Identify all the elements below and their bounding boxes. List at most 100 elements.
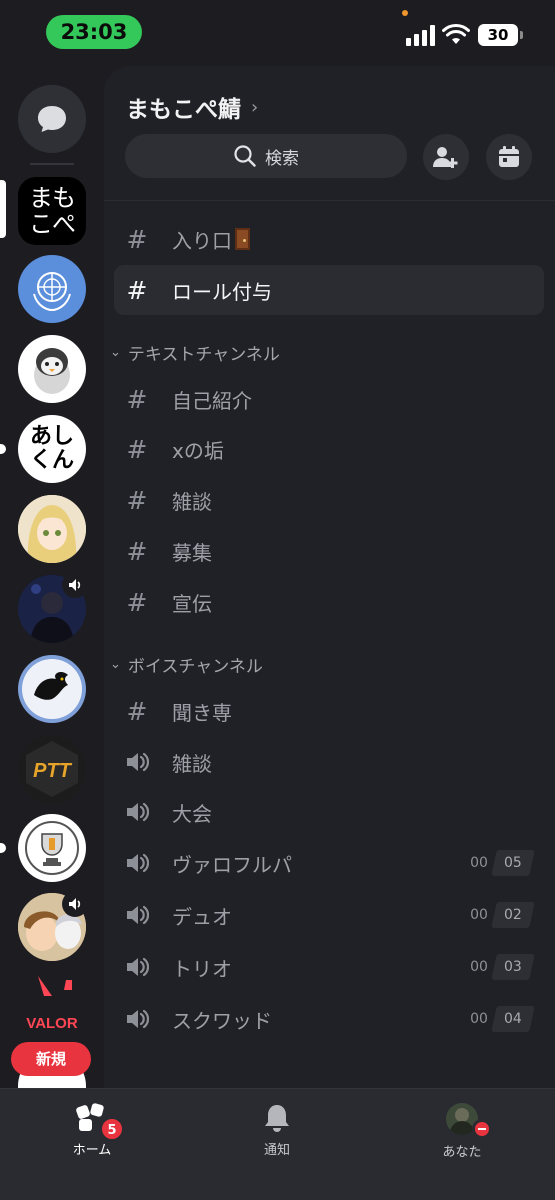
chevron-down-icon: ⌄ — [110, 657, 121, 672]
user-limit-value: 03 — [504, 959, 522, 975]
tab-notifications[interactable]: 通知 — [217, 1103, 337, 1163]
bell-icon — [265, 1105, 289, 1132]
channel-name: デュオ — [172, 904, 232, 929]
status-time: 23:03 — [46, 15, 142, 49]
ptt-text: PTT — [33, 760, 73, 782]
category-voice-channels[interactable]: ⌄ ボイスチャンネル — [110, 652, 263, 677]
voice-active-badge — [62, 572, 88, 598]
text-channel-icon: # — [126, 696, 148, 726]
channel-name: 聞き専 — [172, 700, 232, 725]
voice-channel-duo[interactable]: デュオ 00 02 — [114, 890, 544, 940]
channel-self-intro[interactable]: # 自己紹介 — [114, 374, 544, 424]
dragon-icon — [22, 659, 82, 719]
speaker-icon — [124, 1008, 150, 1030]
tab-label: 通知 — [263, 1143, 290, 1158]
user-limit-box: 03 — [491, 954, 535, 980]
direct-messages-button[interactable] — [18, 85, 86, 153]
channel-name: ヴァロフルパ — [172, 852, 292, 877]
user-count: 00 — [470, 855, 488, 871]
rail-divider — [30, 163, 74, 165]
avatar-blonde-girl-icon — [18, 495, 86, 563]
user-limit: 00 04 — [464, 1006, 535, 1032]
category-name: テキストチャンネル — [127, 345, 280, 365]
server-icon-blonde-girl[interactable] — [18, 495, 86, 563]
voice-channel-valo-fullparty[interactable]: ヴァロフルパ 00 05 — [114, 838, 544, 888]
unread-indicator — [0, 444, 6, 454]
server-name: まもこぺ鯖 — [126, 97, 241, 123]
ptt-logo: PTT — [18, 735, 86, 803]
chevron-right-icon: › — [251, 96, 259, 118]
speaker-icon — [124, 956, 150, 978]
add-user-icon — [433, 147, 458, 168]
channel-name: 雑談 — [172, 489, 212, 514]
chevron-down-icon: ⌄ — [110, 345, 121, 360]
status-bar: 23:03 30 — [0, 0, 555, 66]
server-icon-text: あしくん — [29, 424, 74, 473]
text-channel-icon: # — [126, 224, 148, 254]
user-count: 00 — [470, 907, 488, 923]
calendar-icon — [499, 146, 519, 167]
server-icon-text: まもこぺ — [29, 184, 76, 238]
battery-indicator: 30 — [478, 24, 523, 46]
server-icon-mamokope[interactable]: まもこぺ — [18, 177, 86, 245]
bottom-tab-bar: ホーム 5 通知 あなた — [0, 1088, 555, 1200]
unread-indicator — [0, 843, 6, 853]
voice-channel-squad[interactable]: スクワッド 00 04 — [114, 994, 544, 1044]
category-text-channels[interactable]: ⌄ テキストチャンネル — [110, 340, 280, 365]
server-rail: まもこぺ あしくん PTT VALOR — [0, 66, 104, 1088]
search-button[interactable]: 検索 — [125, 134, 407, 178]
new-servers-pill[interactable]: 新規 — [11, 1042, 91, 1076]
search-label: 検索 — [265, 148, 299, 169]
user-limit: 00 03 — [464, 954, 535, 980]
user-limit-value: 04 — [504, 1011, 522, 1027]
text-channel-icon: # — [126, 536, 148, 566]
tab-you[interactable]: あなた — [402, 1103, 522, 1163]
speaker-icon — [124, 801, 150, 823]
voice-channel-trio[interactable]: トリオ 00 03 — [114, 942, 544, 992]
tab-label: あなた — [442, 1145, 482, 1160]
tab-home[interactable]: ホーム — [32, 1103, 152, 1163]
door-emoji-icon — [235, 228, 250, 250]
server-icon-un-emblem[interactable] — [18, 255, 86, 323]
un-emblem-icon — [33, 272, 71, 312]
server-icon-penguin[interactable] — [18, 335, 86, 403]
channel-name: ロール付与 — [172, 279, 272, 304]
channel-name: 宣伝 — [172, 591, 212, 616]
channel-listen-only[interactable]: # 聞き専 — [114, 686, 544, 736]
channel-promo[interactable]: # 宣伝 — [114, 577, 544, 627]
header-divider — [104, 200, 555, 201]
speaker-icon — [69, 898, 81, 910]
channel-name: 入り口 — [172, 228, 232, 253]
channel-name: 雑談 — [172, 751, 212, 776]
channel-chat[interactable]: # 雑談 — [114, 475, 544, 525]
channel-role-assign[interactable]: # ロール付与 — [114, 265, 544, 315]
invite-members-button[interactable] — [423, 134, 469, 180]
speaker-icon — [124, 904, 150, 926]
channel-name: 自己紹介 — [172, 388, 252, 413]
trophy-icon — [25, 821, 79, 875]
text-channel-icon: # — [126, 384, 148, 414]
channel-x-accounts[interactable]: # xの垢 — [114, 424, 544, 474]
user-count: 00 — [470, 1011, 488, 1027]
server-icon-dragon[interactable] — [18, 655, 86, 723]
channel-recruit[interactable]: # 募集 — [114, 526, 544, 576]
voice-channel-chat[interactable]: 雑談 — [114, 737, 544, 787]
chat-bubble-icon — [38, 106, 66, 132]
server-icon-ptt[interactable]: PTT — [18, 735, 86, 803]
voice-channel-tournament[interactable]: 大会 — [114, 787, 544, 837]
server-icon-trophy[interactable] — [18, 814, 86, 882]
server-icon-ashikun[interactable]: あしくん — [18, 415, 86, 483]
channel-panel: まもこぺ鯖 › 検索 # 入り口 # ロール付与 ⌄ テキストチャンネル # 自… — [104, 66, 555, 1088]
server-icon-valorant[interactable]: VALOR — [18, 972, 86, 1032]
valorant-logo: VALOR — [26, 976, 78, 1032]
user-count: 00 — [470, 959, 488, 975]
text-channel-icon: # — [126, 434, 148, 464]
server-header[interactable]: まもこぺ鯖 › — [126, 90, 258, 124]
events-button[interactable] — [486, 134, 532, 180]
wifi-icon — [442, 23, 470, 44]
channel-entrance[interactable]: # 入り口 — [114, 214, 544, 264]
text-channel-icon: # — [126, 587, 148, 617]
channel-name: 大会 — [172, 801, 212, 826]
selected-server-indicator — [0, 180, 6, 238]
privacy-indicator-dot — [402, 10, 408, 16]
